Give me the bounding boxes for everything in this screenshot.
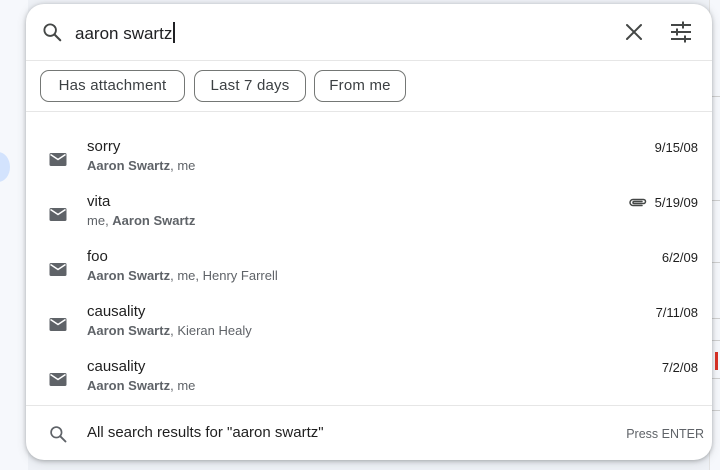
result-row[interactable]: vita me, Aaron Swartz 5/19/09	[26, 193, 712, 247]
participant-name: me	[177, 268, 196, 283]
participant-name: Aaron Swartz	[87, 268, 171, 283]
text-caret	[173, 22, 175, 43]
all-results-row[interactable]: All search results for "aaron swartz" Pr…	[26, 406, 712, 460]
close-icon[interactable]	[622, 20, 646, 44]
participant-name: me	[177, 158, 196, 173]
chip-last-7-days[interactable]: Last 7 days	[194, 70, 306, 102]
result-participants: Aaron Swartz, me	[87, 158, 196, 173]
attachment-icon	[629, 198, 647, 207]
background-divider	[712, 96, 720, 97]
background-divider	[712, 378, 720, 379]
mail-icon	[49, 373, 67, 386]
result-participants: Aaron Swartz, me, Henry Farrell	[87, 268, 278, 283]
search-dropdown-panel: aaron swartz Has attachment Last 7 days …	[26, 4, 712, 460]
all-results-link: All search results for "aaron swartz"	[87, 424, 324, 441]
participant-name: Aaron Swartz	[87, 378, 171, 393]
result-subject: foo	[87, 248, 108, 265]
background-divider	[712, 200, 720, 201]
background-divider	[712, 410, 720, 411]
chip-from-me[interactable]: From me	[314, 70, 406, 102]
search-icon[interactable]	[41, 21, 63, 43]
result-date: 7/11/08	[655, 305, 698, 320]
result-subject: causality	[87, 303, 146, 320]
result-participants: Aaron Swartz, me	[87, 378, 196, 393]
search-icon	[50, 426, 67, 443]
filter-chips: Has attachment Last 7 days From me	[26, 61, 712, 112]
result-row[interactable]: causality Aaron Swartz, me 7/2/08	[26, 358, 712, 412]
result-participants: me, Aaron Swartz	[87, 213, 196, 228]
mail-icon	[49, 208, 67, 221]
result-date: 9/15/08	[654, 140, 698, 155]
result-date: 6/2/09	[661, 250, 698, 265]
result-subject: causality	[87, 358, 146, 375]
participant-name: me	[87, 213, 106, 228]
result-subject: vita	[87, 193, 111, 210]
tune-icon[interactable]	[668, 20, 694, 44]
background-app-sidebar	[0, 0, 28, 470]
background-divider	[712, 318, 720, 319]
search-query-text: aaron swartz	[75, 24, 173, 43]
result-date: 7/2/08	[661, 360, 698, 375]
press-enter-hint: Press ENTER	[626, 427, 704, 441]
mail-icon	[49, 263, 67, 276]
mail-icon	[49, 153, 67, 166]
result-date: 5/19/09	[654, 195, 698, 210]
participant-name: Aaron Swartz	[112, 213, 196, 228]
participant-name: Kieran Healy	[177, 323, 252, 338]
background-label-marker	[715, 352, 718, 370]
result-subject: sorry	[87, 138, 121, 155]
results-list: sorry Aaron Swartz, me 9/15/08 vita me, …	[26, 112, 712, 406]
search-input[interactable]: aaron swartz	[75, 22, 175, 44]
participant-name: Aaron Swartz	[87, 323, 171, 338]
participant-name: Aaron Swartz	[87, 158, 171, 173]
search-bar: aaron swartz	[26, 4, 712, 61]
mail-icon	[49, 318, 67, 331]
result-row[interactable]: causality Aaron Swartz, Kieran Healy 7/1…	[26, 303, 712, 357]
chip-has-attachment[interactable]: Has attachment	[40, 70, 185, 102]
result-row[interactable]: foo Aaron Swartz, me, Henry Farrell 6/2/…	[26, 248, 712, 302]
result-row[interactable]: sorry Aaron Swartz, me 9/15/08	[26, 138, 712, 192]
result-participants: Aaron Swartz, Kieran Healy	[87, 323, 252, 338]
participant-name: Henry Farrell	[202, 268, 278, 283]
background-divider	[712, 262, 720, 263]
participant-name: me	[177, 378, 196, 393]
background-divider	[712, 340, 720, 341]
